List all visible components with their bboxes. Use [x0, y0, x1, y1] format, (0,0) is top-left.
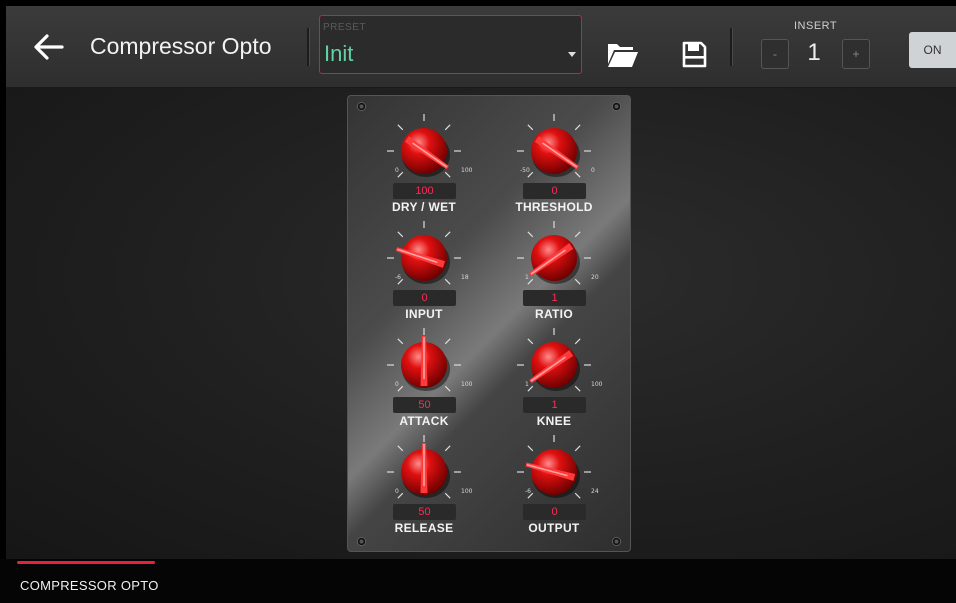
arrow-left-icon	[34, 34, 64, 60]
ratio-control: 1 20 1 RATIO	[489, 218, 619, 325]
preset-label: PRESET	[323, 22, 367, 33]
screw-icon	[357, 102, 366, 111]
dry-wet-value: 100	[393, 183, 456, 199]
output-label: OUTPUT	[528, 521, 580, 535]
knee-min: 1	[525, 381, 529, 388]
dial-tick	[574, 338, 581, 345]
release-max: 100	[461, 488, 473, 495]
knee-max: 100	[591, 381, 603, 388]
chevron-down-icon	[568, 52, 576, 57]
preset-value: Init	[324, 41, 354, 66]
ratio-value: 1	[523, 290, 586, 306]
folder-open-icon	[608, 44, 638, 67]
header-divider-2	[730, 28, 732, 66]
page-title: Compressor Opto	[90, 33, 272, 59]
attack-label: ATTACK	[399, 414, 449, 428]
dial-tick	[574, 445, 581, 452]
input-value: 0	[393, 290, 456, 306]
ratio-max: 20	[591, 274, 599, 281]
input-label: INPUT	[405, 307, 443, 321]
dial-tick	[397, 445, 404, 452]
dial-tick	[397, 124, 404, 131]
preset-selector[interactable]: PRESET Init	[319, 15, 582, 74]
dial-tick	[444, 231, 451, 238]
insert-increment-button[interactable]: +	[842, 39, 870, 69]
compressor-panel: 0 100 100 DRY / WET -50 0 0 THRESHOLD -6…	[347, 95, 631, 552]
threshold-value: 0	[523, 183, 586, 199]
on-toggle-button[interactable]: ON	[909, 32, 956, 68]
ratio-label: RATIO	[535, 307, 573, 321]
attack-value: 50	[393, 397, 456, 413]
active-tab-indicator	[17, 561, 155, 564]
output-value: 0	[523, 504, 586, 520]
input-max: 18	[461, 274, 469, 281]
dial-tick	[574, 231, 581, 238]
attack-min: 0	[395, 381, 399, 388]
knee-label: KNEE	[536, 414, 572, 428]
footer-bar: COMPRESSOR OPTO	[0, 559, 956, 603]
input-control: -6 18 0 INPUT	[359, 218, 489, 325]
knee-value: 1	[523, 397, 586, 413]
dry-wet-max: 100	[461, 167, 473, 174]
attack-control: 0 100 50 ATTACK	[359, 325, 489, 432]
output-max: 24	[591, 488, 599, 495]
dial-tick	[527, 445, 534, 452]
insert-label: INSERT	[794, 20, 838, 32]
dial-tick	[444, 445, 451, 452]
dial-tick	[444, 278, 451, 285]
input-min: -6	[395, 274, 401, 281]
dial-tick	[574, 171, 581, 178]
plugin-main-area: 0 100 100 DRY / WET -50 0 0 THRESHOLD -6…	[6, 88, 956, 559]
screw-icon	[612, 102, 621, 111]
ratio-min: 1	[525, 274, 529, 281]
dial-tick	[444, 385, 451, 392]
dial-tick	[527, 338, 534, 345]
dial-tick	[397, 231, 404, 238]
attack-max: 100	[461, 381, 473, 388]
dry-wet-control: 0 100 100 DRY / WET	[359, 111, 489, 218]
threshold-label: THRESHOLD	[515, 200, 593, 214]
dial-tick	[574, 278, 581, 285]
dial-tick	[444, 171, 451, 178]
dial-tick	[574, 492, 581, 499]
knee-control: 1 100 1 KNEE	[489, 325, 619, 432]
dial-tick	[444, 338, 451, 345]
dial-tick	[527, 231, 534, 238]
insert-value: 1	[807, 39, 821, 66]
header-divider	[307, 28, 309, 66]
insert-decrement-button[interactable]: -	[761, 39, 789, 69]
tab-compressor-opto[interactable]: COMPRESSOR OPTO	[20, 578, 159, 593]
dial-tick	[574, 385, 581, 392]
save-preset-button[interactable]	[682, 41, 707, 68]
output-control: -6 24 0 OUTPUT	[489, 432, 619, 539]
threshold-control: -50 0 0 THRESHOLD	[489, 111, 619, 218]
plugin-header: Compressor Opto PRESET Init INSERT - 1 +…	[6, 6, 956, 88]
dial-tick	[397, 338, 404, 345]
dial-tick	[444, 492, 451, 499]
dry-wet-min: 0	[395, 167, 399, 174]
dry-wet-label: DRY / WET	[391, 200, 457, 214]
dial-tick	[527, 124, 534, 131]
load-preset-button[interactable]	[606, 40, 639, 68]
output-min: -6	[525, 488, 531, 495]
release-label: RELEASE	[394, 521, 454, 535]
floppy-disk-icon	[682, 41, 707, 68]
release-control: 0 100 50 RELEASE	[359, 432, 489, 539]
dial-tick	[574, 124, 581, 131]
threshold-max: 0	[591, 167, 595, 174]
threshold-min: -50	[520, 167, 530, 174]
dial-tick	[444, 124, 451, 131]
release-value: 50	[393, 504, 456, 520]
release-min: 0	[395, 488, 399, 495]
back-button[interactable]	[32, 32, 66, 62]
